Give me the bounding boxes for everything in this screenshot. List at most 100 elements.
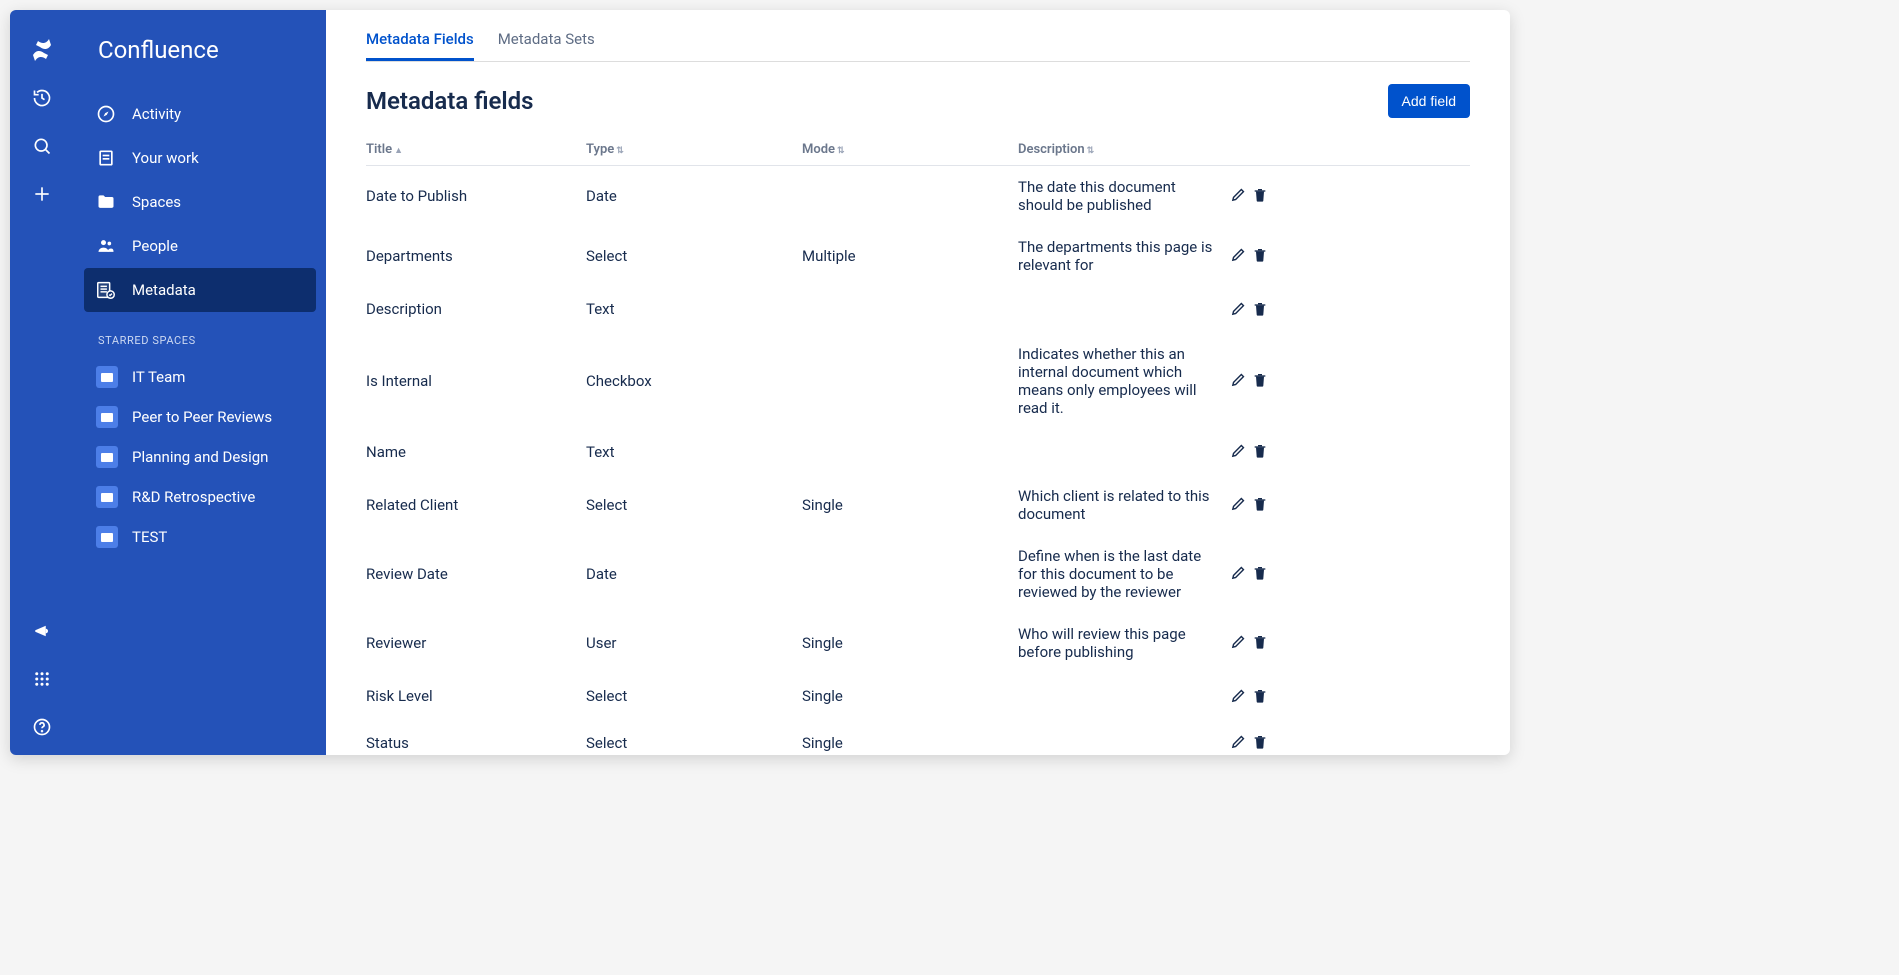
sidebar-item-label: Spaces <box>132 193 181 211</box>
cell-actions <box>1228 535 1470 613</box>
column-header-description[interactable]: Description⇅ <box>1018 134 1228 166</box>
cell-type: User <box>586 613 802 673</box>
sidebar-item-your-work[interactable]: Your work <box>74 136 326 180</box>
column-header-mode[interactable]: Mode⇅ <box>802 134 1018 166</box>
edit-icon[interactable] <box>1228 494 1248 514</box>
starred-space-it-team[interactable]: IT Team <box>74 357 326 397</box>
search-icon[interactable] <box>22 126 62 166</box>
cell-mode <box>802 333 1018 429</box>
sidebar-item-label: Metadata <box>132 281 196 299</box>
metadata-icon <box>94 278 118 302</box>
cell-mode: Multiple <box>802 226 1018 286</box>
cell-type: Checkbox <box>586 333 802 429</box>
column-header-type[interactable]: Type⇅ <box>586 134 802 166</box>
table-row: StatusSelectSingle <box>366 720 1470 756</box>
table-row: Review DateDateDefine when is the last d… <box>366 535 1470 613</box>
sidebar-item-label: Activity <box>132 105 181 123</box>
cell-title: Status <box>366 720 586 756</box>
space-label: Planning and Design <box>132 448 268 466</box>
sidebar-item-people[interactable]: People <box>74 224 326 268</box>
cell-mode <box>802 166 1018 227</box>
table-row: DepartmentsSelectMultipleThe departments… <box>366 226 1470 286</box>
cell-title: Review Date <box>366 535 586 613</box>
cell-type: Text <box>586 286 802 333</box>
space-icon <box>96 526 118 548</box>
cell-title: Departments <box>366 226 586 286</box>
cell-mode: Single <box>802 613 1018 673</box>
add-field-button[interactable]: Add field <box>1388 84 1470 118</box>
delete-icon[interactable] <box>1250 245 1270 265</box>
sort-asc-icon: ▲ <box>394 145 403 156</box>
starred-space-test[interactable]: TEST <box>74 517 326 557</box>
cell-actions <box>1228 166 1470 227</box>
cell-description: Which client is related to this document <box>1018 475 1228 535</box>
cell-description: Indicates whether this an internal docum… <box>1018 333 1228 429</box>
tab-metadata-fields[interactable]: Metadata Fields <box>366 30 474 61</box>
delete-icon[interactable] <box>1250 686 1270 706</box>
sidebar-item-metadata[interactable]: Metadata <box>84 268 316 312</box>
delete-icon[interactable] <box>1250 632 1270 652</box>
megaphone-icon[interactable] <box>22 611 62 651</box>
tab-metadata-sets[interactable]: Metadata Sets <box>498 30 595 61</box>
cell-actions <box>1228 429 1470 476</box>
page-title: Metadata fields <box>366 87 534 115</box>
space-icon <box>96 486 118 508</box>
column-header-title[interactable]: Title▲ <box>366 134 586 166</box>
cell-actions <box>1228 613 1470 673</box>
document-icon <box>94 146 118 170</box>
delete-icon[interactable] <box>1250 441 1270 461</box>
delete-icon[interactable] <box>1250 732 1270 752</box>
starred-space-r-d-retrospective[interactable]: R&D Retrospective <box>74 477 326 517</box>
cell-type: Select <box>586 720 802 756</box>
edit-icon[interactable] <box>1228 441 1248 461</box>
main-content: Metadata Fields Metadata Sets Metadata fi… <box>326 10 1510 755</box>
plus-icon[interactable] <box>22 174 62 214</box>
edit-icon[interactable] <box>1228 632 1248 652</box>
app-frame: Confluence ActivityYour workSpacesPeople… <box>10 10 1510 755</box>
delete-icon[interactable] <box>1250 370 1270 390</box>
delete-icon[interactable] <box>1250 563 1270 583</box>
space-label: Peer to Peer Reviews <box>132 408 272 426</box>
delete-icon[interactable] <box>1250 185 1270 205</box>
sort-icon: ⇅ <box>837 146 845 156</box>
edit-icon[interactable] <box>1228 685 1248 705</box>
column-header-actions <box>1228 134 1470 166</box>
cell-mode: Single <box>802 673 1018 720</box>
starred-spaces-label: Starred Spaces <box>74 312 326 357</box>
help-icon[interactable] <box>22 707 62 747</box>
sidebar-item-spaces[interactable]: Spaces <box>74 180 326 224</box>
history-icon[interactable] <box>22 78 62 118</box>
cell-title: Related Client <box>366 475 586 535</box>
table-row: Risk LevelSelectSingle <box>366 673 1470 720</box>
confluence-logo-icon[interactable] <box>22 30 62 70</box>
apps-icon[interactable] <box>22 659 62 699</box>
edit-icon[interactable] <box>1228 563 1248 583</box>
edit-icon[interactable] <box>1228 298 1248 318</box>
table-row: NameText <box>366 429 1470 476</box>
edit-icon[interactable] <box>1228 732 1248 752</box>
cell-mode <box>802 429 1018 476</box>
cell-description: Who will review this page before publish… <box>1018 613 1228 673</box>
cell-description <box>1018 286 1228 333</box>
cell-mode: Single <box>802 720 1018 756</box>
delete-icon[interactable] <box>1250 494 1270 514</box>
cell-actions <box>1228 720 1470 756</box>
cell-actions <box>1228 475 1470 535</box>
starred-space-planning-and-design[interactable]: Planning and Design <box>74 437 326 477</box>
sort-icon: ⇅ <box>616 146 624 156</box>
starred-space-peer-to-peer-reviews[interactable]: Peer to Peer Reviews <box>74 397 326 437</box>
cell-type: Text <box>586 429 802 476</box>
table-row: Date to PublishDateThe date this documen… <box>366 166 1470 227</box>
edit-icon[interactable] <box>1228 185 1248 205</box>
table-row: DescriptionText <box>366 286 1470 333</box>
cell-description: The date this document should be publish… <box>1018 166 1228 227</box>
delete-icon[interactable] <box>1250 299 1270 319</box>
cell-type: Date <box>586 166 802 227</box>
edit-icon[interactable] <box>1228 245 1248 265</box>
people-icon <box>94 234 118 258</box>
space-icon <box>96 366 118 388</box>
sidebar-item-activity[interactable]: Activity <box>74 92 326 136</box>
metadata-table: Title▲ Type⇅ Mode⇅ Description⇅ Date to … <box>366 134 1470 755</box>
cell-actions <box>1228 226 1470 286</box>
edit-icon[interactable] <box>1228 369 1248 389</box>
